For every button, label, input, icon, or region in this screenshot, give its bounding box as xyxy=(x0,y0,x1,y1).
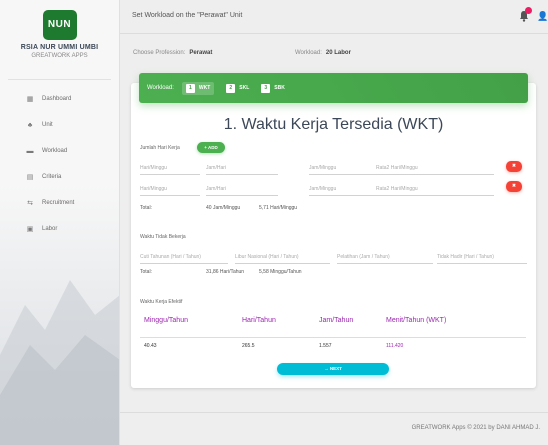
total-hari-minggu: 5,71 Hari/Minggu xyxy=(259,205,298,211)
table-header-menit-tahun: Menit/Tahun (WKT) xyxy=(386,317,447,324)
sidebar-item-label: Labor xyxy=(42,226,58,232)
sidebar-item-label: Workload xyxy=(42,148,68,154)
sidebar: NUN RSIA NUR UMMI UMBI GREATWORK APPS ▦ … xyxy=(0,0,120,445)
libur-nasional-input[interactable]: Libur Nasional (Hari / Tahun) xyxy=(235,250,330,264)
sidebar-item-recruitment[interactable]: ⇆ Recruitment xyxy=(0,192,119,214)
brand: NUN RSIA NUR UMMI UMBI GREATWORK APPS xyxy=(8,0,111,80)
sidebar-item-workload[interactable]: ▬ Workload xyxy=(0,140,119,162)
profession-value: Perawat xyxy=(189,50,213,56)
jumlah-hari-kerja-label: Jumlah Hari Kerja xyxy=(140,145,180,151)
user-icon[interactable]: 👤 xyxy=(537,11,548,22)
tidak-hadir-input[interactable]: Tidak Hadir (Hari / Tahun) xyxy=(437,250,527,264)
sidebar-item-label: Dashboard xyxy=(42,96,72,102)
rata-hari-minggu-field: Rata2 Hari/Minggu xyxy=(376,182,494,196)
tab-skl-label: SKL xyxy=(239,85,250,91)
pelatihan-input[interactable]: Pelatihan (Jam / Tahun) xyxy=(337,250,433,264)
section-title: 1. Waktu Kerja Tersedia (WKT) xyxy=(223,116,444,133)
unit-icon: ♣ xyxy=(27,121,33,129)
tab-skl-icon: 2 xyxy=(226,83,236,93)
workload-card: Workload: 1 WKT 2 SKL 3 SBK 1. Waktu Ker… xyxy=(131,73,536,388)
sidebar-item-dashboard[interactable]: ▦ Dashboard xyxy=(0,88,119,110)
page-title: Set Workload on the "Perawat" Unit xyxy=(132,12,243,19)
jam-hari-input[interactable]: Jam/Hari xyxy=(206,161,278,175)
tab-sbk-label: SBK xyxy=(274,85,285,91)
workload-value: 20 Labor xyxy=(325,50,351,56)
total-hari-tahun: 31,86 Hari/Tahun xyxy=(206,269,245,275)
sidebar-nav: ▦ Dashboard ♣ Unit ▬ Workload ▤ Criteria… xyxy=(0,88,119,240)
sidebar-item-label: Unit xyxy=(42,122,53,128)
table-header-jam-tahun: Jam/Tahun xyxy=(319,317,354,324)
sidebar-item-labor[interactable]: ▣ Labor xyxy=(0,218,119,240)
footer: GREATWORK Apps © 2021 by DANI AHMAD J. xyxy=(120,412,548,445)
cuti-tahunan-input[interactable]: Cuti Tahunan (Hari / Tahun) xyxy=(140,250,228,264)
card-header-label: Workload: xyxy=(147,85,174,91)
workload-summary: Workload: 20 Labor xyxy=(295,50,351,56)
brand-subtitle: GREATWORK APPS xyxy=(31,53,88,59)
table-header-hari-tahun: Hari/Tahun xyxy=(242,317,276,324)
workload-icon: ▬ xyxy=(26,147,34,155)
total-label: Total: xyxy=(140,269,152,275)
table-cell-minggu-tahun: 40.43 xyxy=(144,343,157,349)
card-header-tabs: Workload: 1 WKT 2 SKL 3 SBK xyxy=(139,73,528,103)
tab-wkt[interactable]: 1 WKT xyxy=(181,81,215,95)
rata-hari-minggu-field: Rata2 Hari/Minggu xyxy=(376,161,494,175)
recruitment-icon: ⇆ xyxy=(27,200,33,207)
labor-icon: ▣ xyxy=(26,226,34,233)
criteria-icon: ▤ xyxy=(26,174,34,181)
sidebar-item-criteria[interactable]: ▤ Criteria xyxy=(0,166,119,188)
total-label: Total: xyxy=(140,205,152,211)
total-jam-minggu: 40 Jam/Minggu xyxy=(206,205,241,211)
waktu-kerja-efektif-label: Waktu Kerja Efektif xyxy=(140,299,183,305)
tab-sbk-icon: 3 xyxy=(261,83,271,93)
table-header-minggu-tahun: Minggu/Tahun xyxy=(144,317,188,324)
logo-text: NUN xyxy=(47,19,72,30)
tab-skl[interactable]: 2 SKL xyxy=(226,83,250,93)
brand-name: RSIA NUR UMMI UMBI xyxy=(20,44,99,51)
delete-row-button[interactable]: ✖ xyxy=(506,181,522,192)
hari-minggu-input[interactable]: Hari/Minggu xyxy=(140,161,200,175)
table-cell-menit-tahun: 111.420 xyxy=(386,343,404,349)
sidebar-item-label: Criteria xyxy=(42,174,62,180)
notification-badge xyxy=(525,7,532,14)
total-minggu-tahun: 5,58 Minggu/Tahun xyxy=(259,269,302,275)
table-cell-jam-tahun: 1.557 xyxy=(319,343,332,349)
next-button[interactable]: → NEXT xyxy=(277,363,389,375)
waktu-tidak-bekerja-label: Waktu Tidak Bekerja xyxy=(140,234,186,240)
jam-hari-input[interactable]: Jam/Hari xyxy=(206,182,278,196)
sidebar-item-unit[interactable]: ♣ Unit xyxy=(0,114,119,136)
tab-wkt-icon: 1 xyxy=(185,83,195,93)
workload-label: Workload: xyxy=(295,50,322,56)
app-logo: NUN xyxy=(42,10,77,40)
tab-wkt-label: WKT xyxy=(198,85,211,91)
table-divider xyxy=(140,337,526,338)
add-button[interactable]: + ADD xyxy=(197,142,225,153)
profession-selector[interactable]: Choose Profession: Perawat xyxy=(133,50,212,56)
tab-sbk[interactable]: 3 SBK xyxy=(261,83,285,93)
hari-minggu-input[interactable]: Hari/Minggu xyxy=(140,182,200,196)
profession-label: Choose Profession: xyxy=(133,50,186,56)
delete-row-button[interactable]: ✖ xyxy=(506,161,522,172)
dashboard-icon: ▦ xyxy=(26,96,34,103)
sidebar-item-label: Recruitment xyxy=(42,200,75,206)
top-navbar: Set Workload on the "Perawat" Unit 👤 xyxy=(120,0,548,34)
table-cell-hari-tahun: 265.5 xyxy=(242,343,255,349)
footer-copyright: GREATWORK Apps © 2021 by DANI AHMAD J. xyxy=(411,425,540,431)
